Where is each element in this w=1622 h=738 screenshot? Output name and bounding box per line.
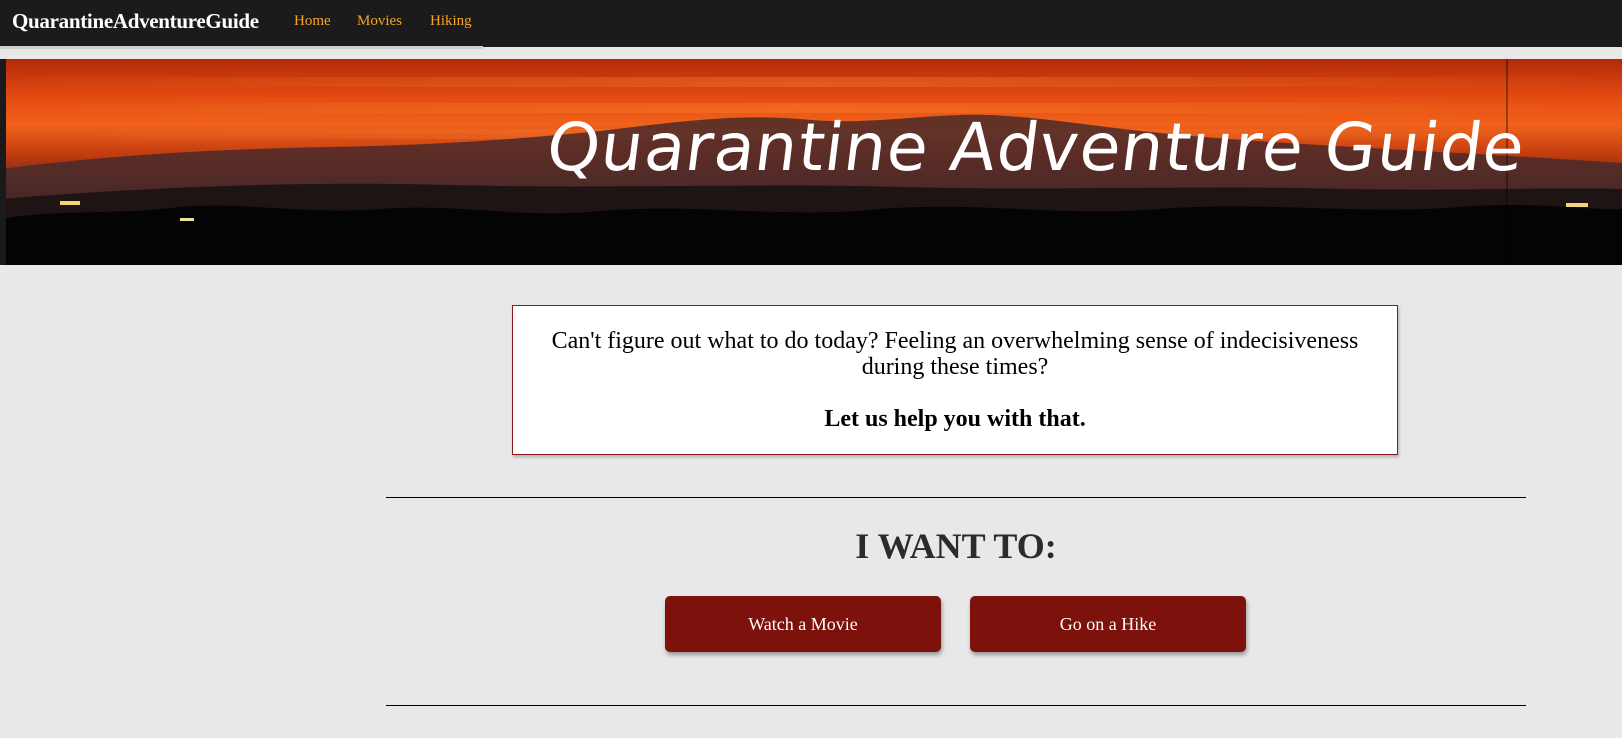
divider-top — [386, 497, 1526, 498]
watch-movie-button[interactable]: Watch a Movie — [665, 596, 941, 652]
hero-banner: Quarantine Adventure Guide — [0, 59, 1622, 265]
go-on-hike-button[interactable]: Go on a Hike — [970, 596, 1246, 652]
nav-link-home[interactable]: Home — [294, 13, 331, 30]
intro-box: Can't figure out what to do today? Feeli… — [512, 305, 1398, 455]
nav-link-movies[interactable]: Movies — [357, 13, 402, 30]
nav-link-hiking[interactable]: Hiking — [430, 13, 472, 30]
navbar-underline — [0, 46, 483, 49]
brand-logo-text[interactable]: QuarantineAdventureGuide — [12, 9, 259, 34]
i-want-to-heading: I WANT TO: — [855, 526, 1057, 566]
banner-title: Quarantine Adventure Guide — [545, 109, 1527, 186]
intro-text: Can't figure out what to do today? Feeli… — [551, 328, 1359, 380]
divider-bottom — [386, 705, 1526, 706]
intro-emphasis: Let us help you with that. — [824, 406, 1086, 432]
top-navbar: QuarantineAdventureGuide Home Movies Hik… — [0, 0, 1622, 49]
